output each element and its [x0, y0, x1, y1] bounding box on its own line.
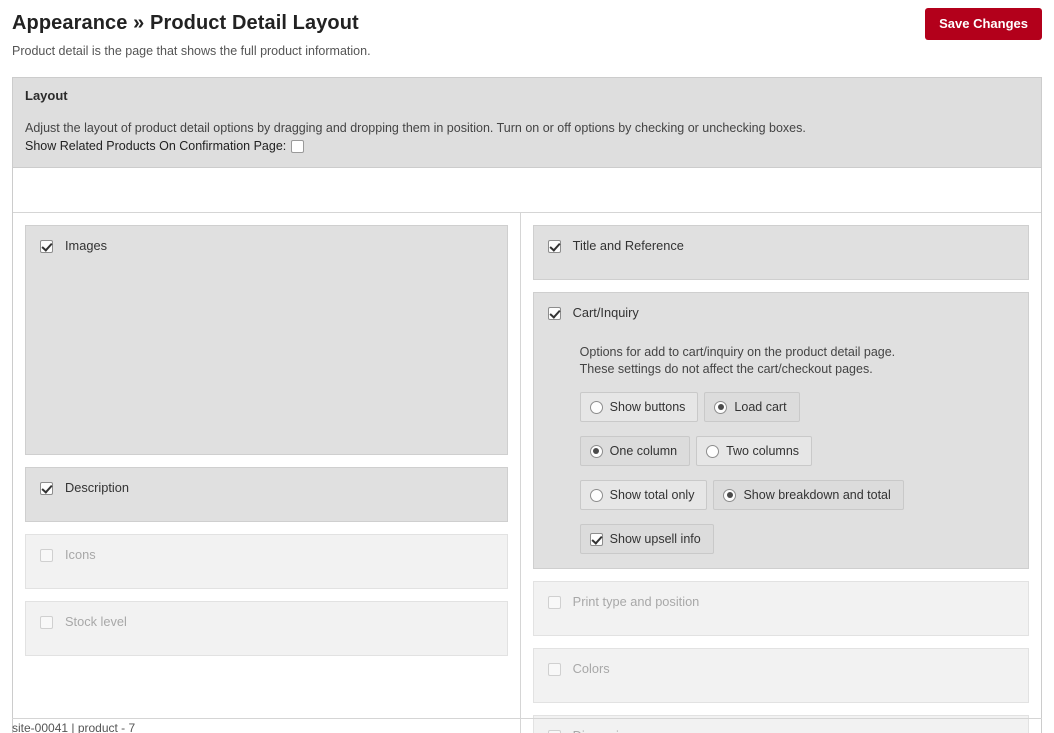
layout-item-label: Colors	[572, 661, 610, 676]
option-show-breakdown-and-total[interactable]: Show breakdown and total	[713, 480, 904, 510]
layout-item-label: Description	[65, 480, 130, 495]
cart-inquiry-description-line-2: These settings do not affect the cart/ch…	[579, 362, 873, 376]
page-header: Appearance » Product Detail Layout Produ…	[0, 0, 1054, 59]
layout-item-print-type-and-position[interactable]: Print type and position	[532, 581, 1029, 636]
layout-item-header: Print type and position	[547, 594, 1014, 610]
checkbox-icon-icons[interactable]	[40, 548, 53, 562]
option-label: Show buttons	[609, 400, 686, 414]
footer-divider	[12, 718, 1042, 719]
layout-item-header: Title and Reference	[547, 238, 1014, 254]
checkbox-icon-colors[interactable]	[547, 662, 561, 676]
cart-display-mode-group: Show buttons Load cart	[579, 392, 1014, 422]
layout-item-label: Print type and position	[572, 594, 700, 609]
option-label: Show total only	[609, 488, 695, 502]
layout-item-label: Dimensions	[573, 728, 640, 733]
left-drop-column[interactable]: Images Description Icons Stock level	[13, 213, 520, 668]
page-subtitle: Product detail is the page that shows th…	[12, 44, 371, 58]
checkbox-icon-title-and-reference[interactable]	[547, 239, 561, 253]
layout-item-cart-inquiry[interactable]: Cart/Inquiry Options for add to cart/inq…	[532, 292, 1029, 569]
layout-item-label: Icons	[65, 547, 96, 562]
radio-icon-two-columns[interactable]	[706, 444, 720, 458]
panel-toolbar-spacer	[13, 168, 1041, 213]
radio-icon-load-cart[interactable]	[714, 400, 728, 414]
layout-item-header: Description	[40, 480, 493, 496]
related-products-label: Show Related Products On Confirmation Pa…	[25, 139, 287, 153]
layout-item-description[interactable]: Description	[25, 467, 508, 522]
checkbox-icon-dimensions[interactable]	[547, 729, 561, 733]
option-label: Two columns	[726, 444, 800, 458]
radio-icon-show-breakdown-and-total[interactable]	[723, 488, 737, 502]
layout-item-header: Images	[40, 238, 493, 254]
cart-inquiry-description-line-1: Options for add to cart/inquiry on the p…	[579, 345, 896, 359]
checkbox-icon-print-type-and-position[interactable]	[547, 595, 561, 609]
layout-item-title-and-reference[interactable]: Title and Reference	[532, 225, 1029, 280]
layout-item-icons[interactable]: Icons	[25, 534, 508, 589]
radio-icon-show-total-only[interactable]	[589, 488, 603, 502]
option-label: Load cart	[734, 400, 787, 414]
layout-item-colors[interactable]: Colors	[532, 648, 1029, 703]
cart-total-display-group: Show total only Show breakdown and total	[579, 480, 1014, 510]
option-load-cart[interactable]: Load cart	[704, 392, 800, 422]
cart-column-layout-group: One column Two columns	[579, 436, 1014, 466]
layout-item-label: Stock level	[65, 614, 127, 629]
option-show-upsell-info[interactable]: Show upsell info	[579, 524, 714, 554]
layout-item-label: Cart/Inquiry	[572, 305, 639, 320]
layout-panel-header: Layout Adjust the layout of product deta…	[13, 78, 1041, 168]
layout-panel: Layout Adjust the layout of product deta…	[12, 77, 1042, 733]
option-one-column[interactable]: One column	[579, 436, 691, 466]
layout-item-stock-level[interactable]: Stock level	[25, 601, 508, 656]
right-drop-column[interactable]: Title and Reference Cart/Inquiry Options…	[519, 213, 1041, 733]
save-changes-button[interactable]: Save Changes	[925, 8, 1042, 40]
related-products-checkbox[interactable]	[291, 140, 305, 153]
layout-item-header: Colors	[547, 661, 1014, 677]
layout-item-header: Dimensions	[547, 728, 1014, 733]
layout-item-label: Title and Reference	[572, 238, 684, 253]
page-title: Appearance » Product Detail Layout	[12, 12, 359, 34]
layout-panel-heading: Layout	[25, 88, 68, 103]
layout-item-header: Icons	[40, 547, 493, 563]
option-show-total-only[interactable]: Show total only	[579, 480, 708, 510]
option-two-columns[interactable]: Two columns	[696, 436, 813, 466]
checkbox-icon-show-upsell-info[interactable]	[589, 532, 603, 546]
option-show-buttons[interactable]: Show buttons	[579, 392, 699, 422]
layout-item-images[interactable]: Images	[25, 225, 508, 455]
layout-item-header: Cart/Inquiry	[547, 305, 1014, 321]
layout-panel-description: Adjust the layout of product detail opti…	[25, 121, 806, 135]
product-detail-layout-page: Appearance » Product Detail Layout Produ…	[0, 0, 1054, 733]
option-label: One column	[609, 444, 678, 458]
checkbox-icon-description[interactable]	[40, 481, 53, 495]
checkbox-icon-images[interactable]	[40, 239, 53, 253]
layout-item-header: Stock level	[40, 614, 493, 630]
checkbox-icon-stock-level[interactable]	[40, 615, 53, 629]
related-products-row: Show Related Products On Confirmation Pa…	[25, 138, 1029, 155]
checkbox-icon-cart-inquiry[interactable]	[547, 306, 561, 320]
cart-upsell-group: Show upsell info	[579, 524, 1014, 554]
radio-icon-show-buttons[interactable]	[589, 400, 603, 414]
footer-status-text: site-00041 | product - 7	[12, 721, 136, 733]
option-label: Show upsell info	[609, 532, 701, 546]
cart-inquiry-description: Options for add to cart/inquiry on the p…	[580, 344, 1014, 378]
option-label: Show breakdown and total	[743, 488, 891, 502]
layout-columns: Images Description Icons Stock level Tit…	[13, 213, 1041, 733]
layout-item-label: Images	[65, 238, 107, 253]
radio-icon-one-column[interactable]	[589, 444, 603, 458]
